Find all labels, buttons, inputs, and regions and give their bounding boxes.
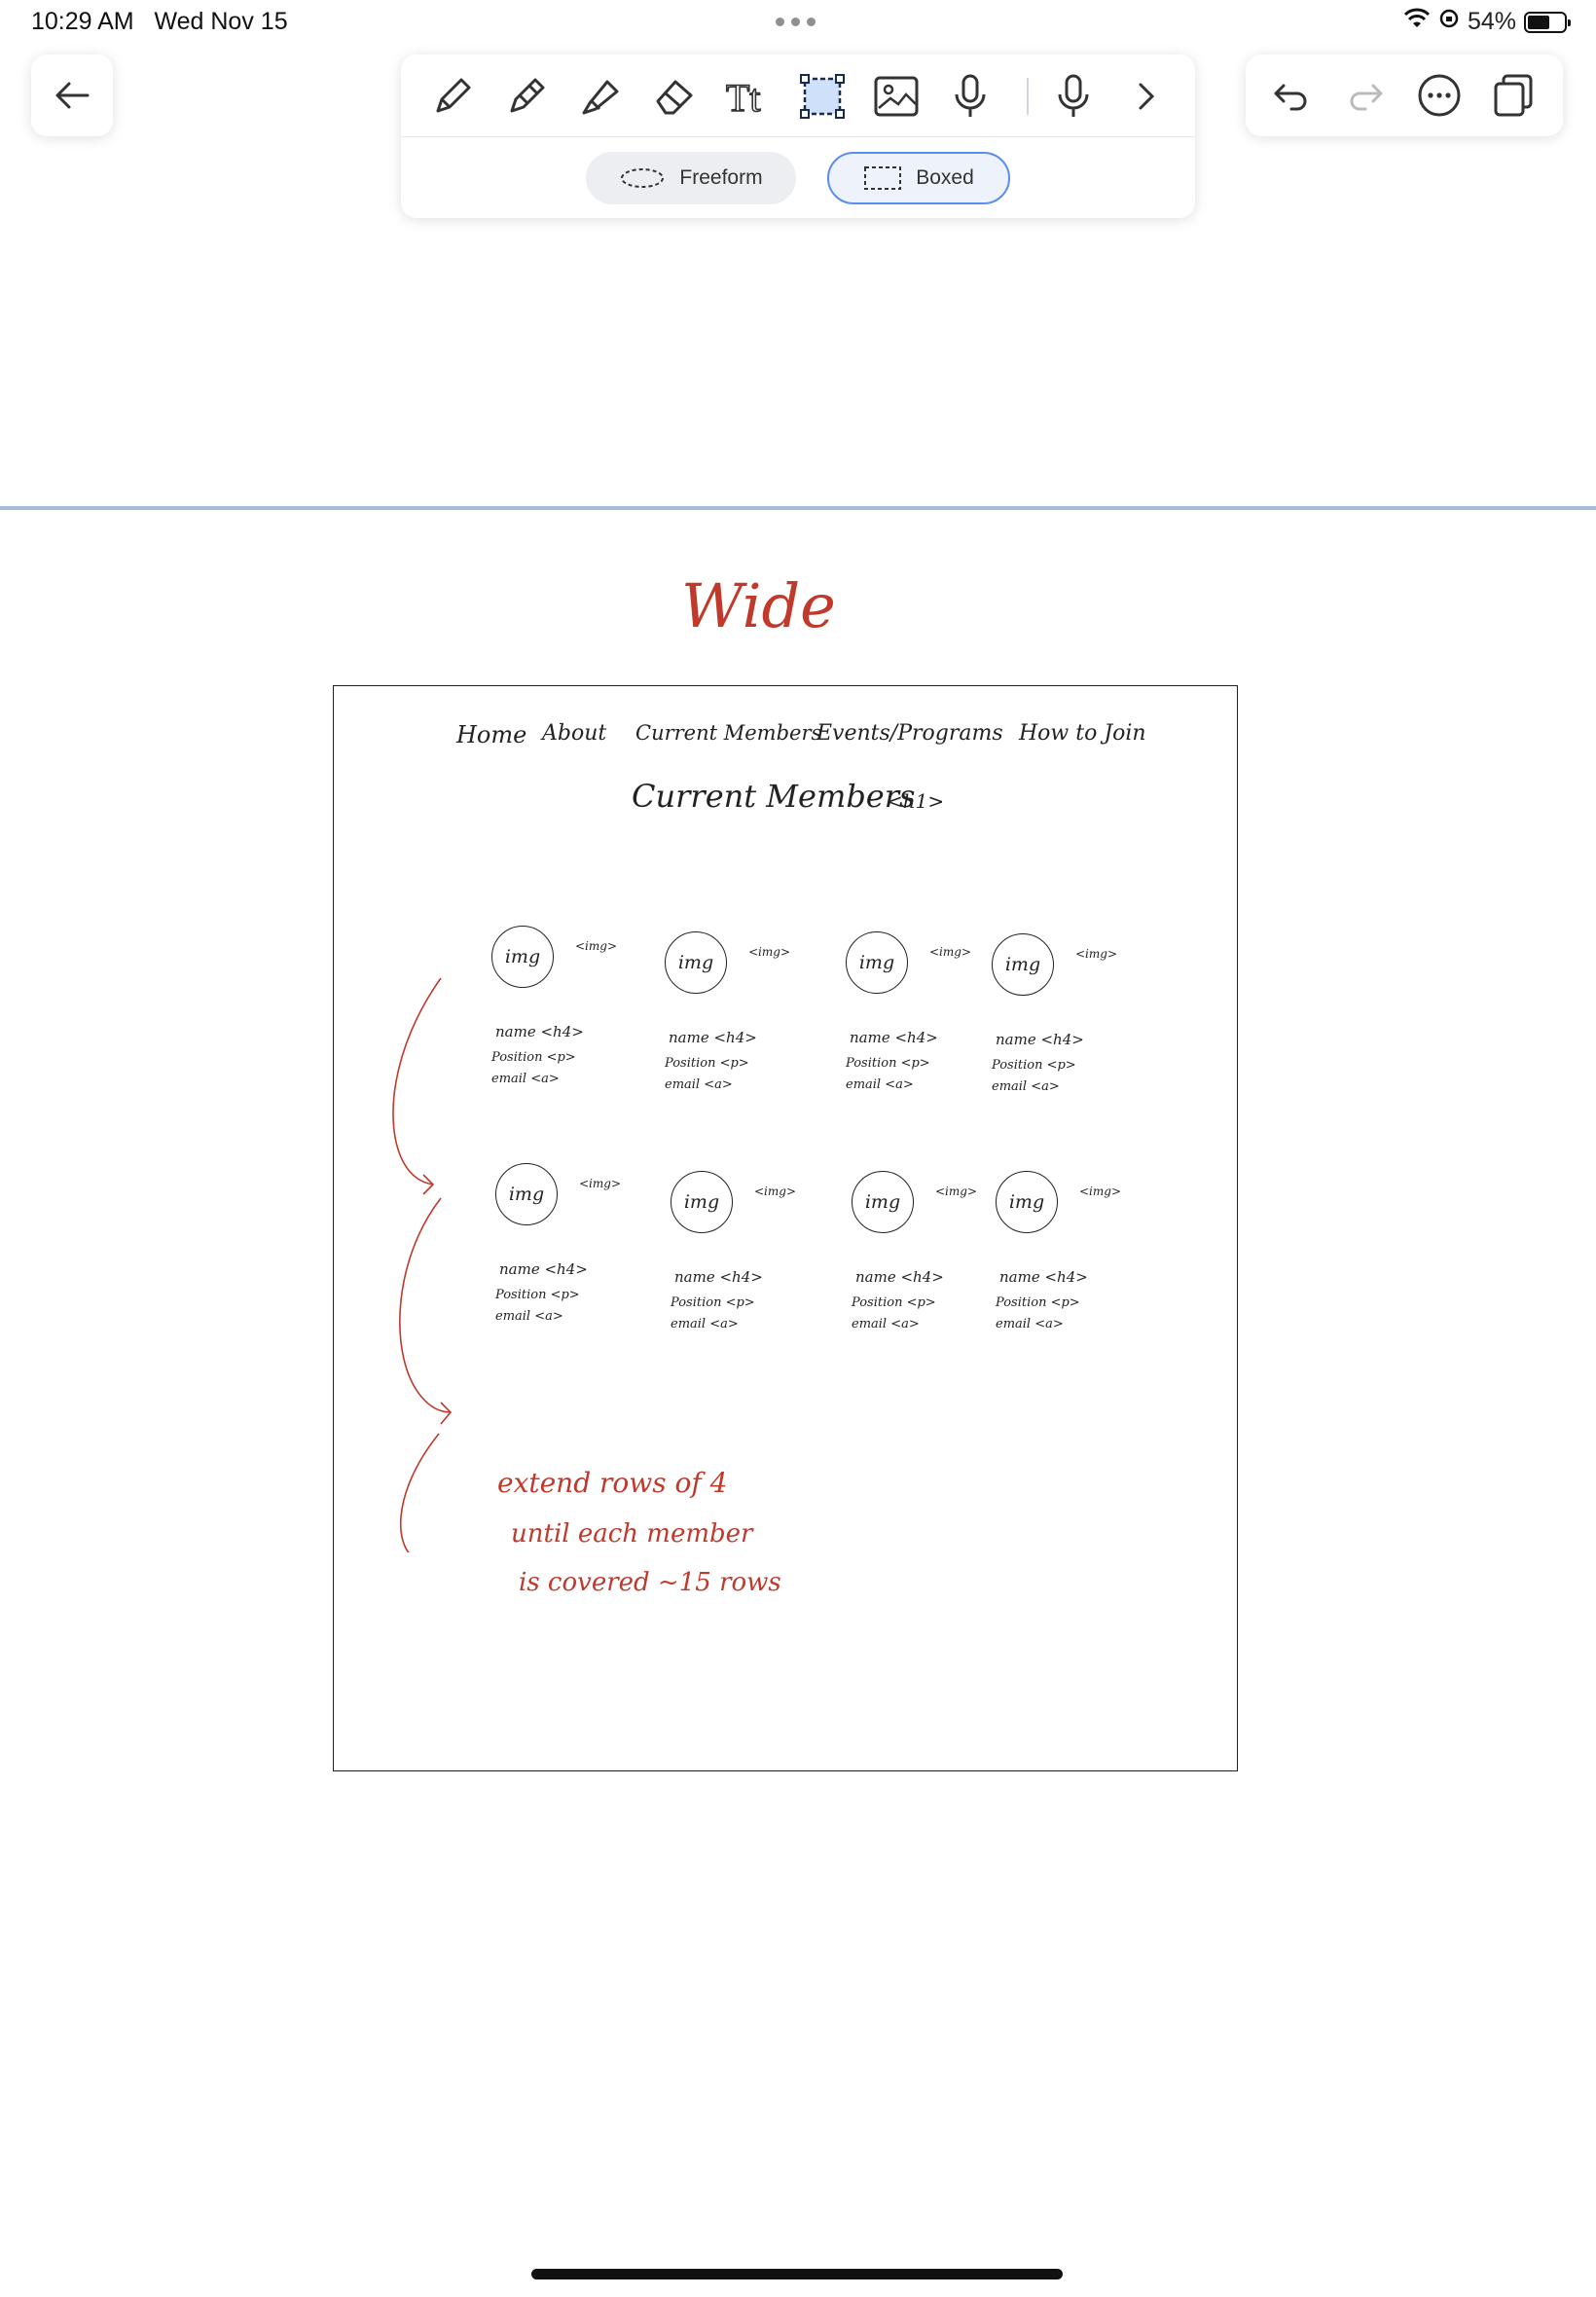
microphone-icon[interactable] — [944, 70, 997, 123]
battery-percent: 54% — [1467, 8, 1516, 35]
page-divider — [0, 506, 1596, 510]
member-img-tag: <img> — [1079, 1185, 1122, 1198]
member-name: name <h4> — [669, 1029, 757, 1046]
member-email: email <a> — [671, 1317, 739, 1331]
svg-text:Tt: Tt — [726, 76, 761, 119]
member-image: img — [495, 1163, 558, 1225]
boxed-mode-button[interactable]: Boxed — [827, 152, 1010, 204]
member-email: email <a> — [852, 1317, 920, 1331]
note-line-3: is covered ~15 rows — [519, 1568, 781, 1597]
sketch-title: Wide — [681, 570, 836, 641]
lasso-icon — [621, 168, 665, 188]
eraser-icon[interactable] — [648, 70, 701, 123]
member-img-tag: <img> — [935, 1185, 978, 1198]
member-image: img — [992, 933, 1054, 996]
wifi-icon — [1403, 8, 1431, 36]
member-image: img — [665, 931, 727, 994]
member-email: email <a> — [495, 1309, 563, 1324]
nav-current-members: Current Members — [635, 721, 822, 745]
more-icon[interactable] — [1413, 69, 1466, 122]
history-toolbar — [1246, 55, 1563, 136]
member-image: img — [671, 1171, 733, 1233]
member-image: img — [852, 1171, 914, 1233]
drawing-toolbar: Tt Freeform Boxed — [401, 55, 1195, 218]
member-card: img <img> name <h4> Position <p> email <… — [992, 933, 1186, 1128]
arrow-left-icon — [55, 82, 90, 109]
orientation-lock-icon — [1438, 8, 1460, 36]
toolbar-separator — [1027, 78, 1029, 115]
nav-home: Home — [456, 721, 527, 748]
member-image: img — [491, 926, 554, 988]
note-line-2: until each member — [511, 1519, 753, 1549]
member-image: img — [846, 931, 908, 994]
member-email: email <a> — [665, 1077, 733, 1092]
member-card: img <img> name <h4> Position <p> email <… — [665, 931, 859, 1126]
heading-tag: <h1> — [887, 789, 945, 813]
nav-about: About — [542, 721, 607, 746]
wireframe-frame[interactable]: Home About Current Members Events/Progra… — [333, 685, 1238, 1771]
redo-icon[interactable] — [1339, 69, 1392, 122]
text-icon[interactable]: Tt — [722, 70, 775, 123]
member-position: Position <p> — [846, 1056, 930, 1071]
lasso-select-icon[interactable] — [796, 70, 849, 123]
member-name: name <h4> — [850, 1029, 938, 1046]
member-email: email <a> — [996, 1317, 1064, 1331]
toolbar-divider — [401, 136, 1195, 137]
member-position: Position <p> — [665, 1056, 749, 1071]
member-position: Position <p> — [671, 1295, 755, 1310]
row-arrow-annotation — [392, 977, 453, 1552]
status-time: 10:29 AM Wed Nov 15 — [31, 8, 288, 35]
member-email: email <a> — [491, 1072, 560, 1086]
pages-icon[interactable] — [1487, 69, 1540, 122]
member-image: img — [996, 1171, 1058, 1233]
microphone-record-icon[interactable] — [1047, 70, 1100, 123]
members-heading: Current Members — [632, 778, 916, 815]
status-bar: 10:29 AM Wed Nov 15 54% — [0, 0, 1596, 47]
member-card: img <img> name <h4> Position <p> email <… — [495, 1163, 690, 1358]
status-right: 54% — [1403, 8, 1571, 36]
note-line-1: extend rows of 4 — [497, 1467, 728, 1499]
member-position: Position <p> — [992, 1058, 1076, 1073]
highlighter-icon[interactable] — [574, 70, 627, 123]
multitasking-dots[interactable] — [776, 18, 816, 26]
member-position: Position <p> — [852, 1295, 936, 1310]
member-position: Position <p> — [495, 1288, 580, 1302]
member-name: name <h4> — [495, 1023, 584, 1040]
member-name: name <h4> — [674, 1268, 763, 1286]
chevron-right-icon[interactable] — [1119, 70, 1172, 123]
nav-how-to-join: How to Join — [1019, 721, 1146, 746]
undo-icon[interactable] — [1265, 69, 1318, 122]
member-img-tag: <img> — [579, 1177, 622, 1190]
member-img-tag: <img> — [748, 945, 791, 959]
member-img-tag: <img> — [1075, 947, 1118, 961]
member-name: name <h4> — [996, 1031, 1084, 1048]
member-email: email <a> — [846, 1077, 914, 1092]
nav-events-programs: Events/Programs — [816, 721, 1003, 746]
member-card: img <img> name <h4> Position <p> email <… — [671, 1171, 865, 1366]
fountain-pen-icon[interactable] — [500, 70, 553, 123]
member-card: img <img> name <h4> Position <p> email <… — [996, 1171, 1190, 1366]
member-email: email <a> — [992, 1079, 1060, 1094]
member-position: Position <p> — [996, 1295, 1080, 1310]
home-indicator[interactable] — [531, 2269, 1063, 2279]
back-button[interactable] — [31, 55, 113, 136]
box-select-icon — [864, 166, 902, 190]
member-position: Position <p> — [491, 1050, 576, 1065]
member-card: img <img> name <h4> Position <p> email <… — [491, 926, 686, 1120]
member-name: name <h4> — [855, 1268, 944, 1286]
member-img-tag: <img> — [575, 939, 618, 953]
member-name: name <h4> — [499, 1260, 588, 1278]
pen-icon[interactable] — [426, 70, 479, 123]
boxed-label: Boxed — [916, 166, 974, 189]
member-img-tag: <img> — [754, 1185, 797, 1198]
freeform-label: Freeform — [679, 166, 763, 189]
image-icon[interactable] — [870, 70, 923, 123]
freeform-mode-button[interactable]: Freeform — [586, 152, 796, 204]
member-name: name <h4> — [999, 1268, 1088, 1286]
member-img-tag: <img> — [929, 945, 972, 959]
battery-icon — [1524, 11, 1571, 33]
